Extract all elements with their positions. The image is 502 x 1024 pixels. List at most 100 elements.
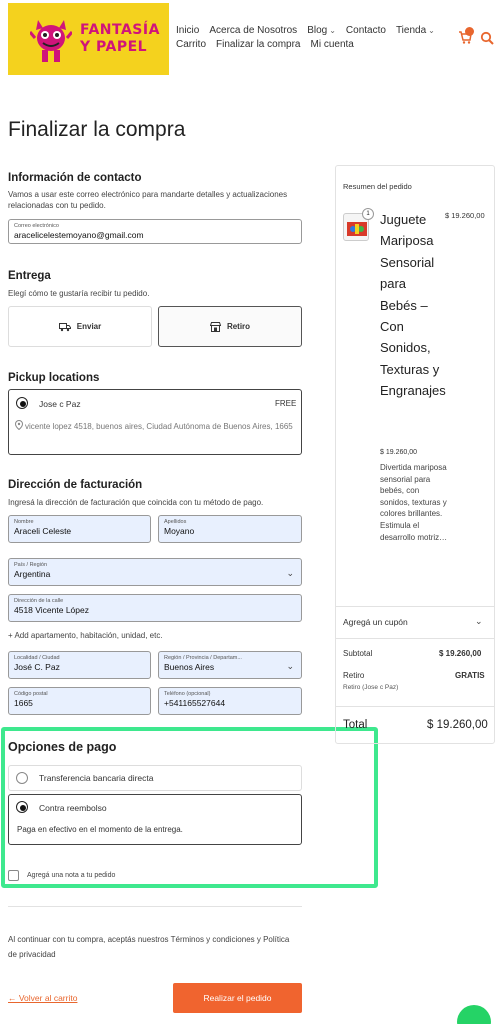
email-value: aracelicelestemoyano@gmail.com — [14, 230, 144, 240]
city-label: Localidad / Ciudad — [14, 655, 60, 661]
main-nav: Inicio Acerca de Nosotros Blog ⌄ Contacto… — [176, 24, 436, 52]
chevron-down-icon: ⌄ — [329, 26, 336, 35]
product-unit-price: $ 19.260,00 — [380, 449, 417, 456]
shipping-method-sub: Retiro (Jose c Paz) — [343, 684, 399, 691]
total-value: $ 19.260,00 — [427, 719, 488, 731]
chevron-down-icon: ⌄ — [428, 26, 435, 35]
nav-contacto[interactable]: Contacto — [346, 24, 386, 38]
chevron-down-icon: ⌄ — [286, 661, 294, 671]
coupon-toggle[interactable]: Agregá un cupón — [343, 617, 408, 627]
nav-finalizar[interactable]: Finalizar la compra — [216, 38, 300, 52]
pickup-price: FREE — [275, 399, 297, 408]
subtotal-label: Subtotal — [343, 649, 373, 658]
payment-option-cod[interactable] — [8, 794, 302, 845]
logo-wordmark: FANTASÍA Y PAPEL — [80, 22, 160, 56]
order-summary-title: Resumen del pedido — [343, 182, 412, 191]
store-icon — [209, 321, 221, 332]
pickup-location-name: Jose c Paz — [39, 399, 81, 409]
postcode-label: Código postal — [14, 691, 48, 697]
divider — [335, 606, 495, 607]
add-apartment-link[interactable]: + Add apartamento, habitación, unidad, e… — [8, 631, 163, 640]
last-name-value: Moyano — [164, 526, 195, 536]
last-name-label: Apellidos — [164, 519, 187, 525]
city-value: José C. Paz — [14, 662, 60, 672]
chevron-down-icon: ⌄ — [286, 568, 294, 578]
page-title: Finalizar la compra — [8, 118, 186, 141]
terms-text: Al continuar con tu compra, aceptás nues… — [8, 935, 290, 959]
search-icon[interactable] — [480, 31, 494, 45]
divider — [8, 906, 302, 907]
shipping-value: GRATIS — [455, 671, 485, 680]
billing-title: Dirección de facturación — [8, 479, 143, 491]
delivery-desc: Elegí cómo te gustaría recibir tu pedido… — [8, 289, 150, 298]
product-qty-badge: 1 — [362, 208, 374, 220]
place-order-button[interactable]: Realizar el pedido — [173, 983, 302, 1013]
nav-inicio[interactable]: Inicio — [176, 24, 199, 38]
email-label: Correo electrónico — [14, 223, 59, 229]
nav-blog-label: Blog — [307, 25, 328, 36]
site-logo[interactable]: FANTASÍA Y PAPEL — [8, 3, 169, 75]
city-field[interactable]: Localidad / Ciudad José C. Paz — [8, 651, 151, 679]
logo-line-1: FANTASÍA — [80, 22, 160, 38]
back-to-cart-link[interactable]: ← Volver al carrito — [8, 993, 77, 1003]
country-value: Argentina — [14, 569, 51, 579]
product-line-total: $ 19.260,00 — [445, 211, 485, 220]
contact-title: Información de contacto — [8, 172, 142, 184]
nav-tienda[interactable]: Tienda ⌄ — [396, 24, 435, 38]
bank-transfer-radio[interactable] — [16, 772, 28, 784]
product-description: Divertida mariposa sensorial para bebés,… — [380, 463, 448, 542]
nav-carrito[interactable]: Carrito — [176, 38, 206, 52]
country-label: País / Región — [14, 562, 48, 568]
payment-title: Opciones de pago — [8, 740, 117, 754]
subtotal-value: $ 19.260,00 — [439, 649, 482, 658]
postcode-value: 1665 — [14, 698, 33, 708]
cart-count-badge — [465, 27, 474, 36]
cod-description: Paga en efectivo en el momento de la ent… — [17, 825, 183, 834]
pickup-option-label: Retiro — [226, 322, 251, 331]
nav-acerca[interactable]: Acerca de Nosotros — [209, 24, 297, 38]
street-value: 4518 Vicente López — [14, 605, 89, 615]
whatsapp-icon[interactable] — [457, 1005, 491, 1024]
nav-tienda-label: Tienda — [395, 25, 427, 36]
total-label: Total — [343, 719, 368, 731]
first-name-value: Araceli Celeste — [14, 526, 72, 536]
chevron-down-icon[interactable]: ⌄ — [475, 616, 483, 627]
product-name: Juguete Mariposa Sensorial para Bebés – … — [380, 212, 446, 399]
cod-label: Contra reembolso — [39, 803, 107, 813]
last-name-field[interactable]: Apellidos Moyano — [158, 515, 302, 543]
street-label: Dirección de la calle — [14, 598, 64, 604]
ship-option-label: Enviar — [76, 322, 102, 331]
nav-mi-cuenta[interactable]: Mi cuenta — [311, 38, 354, 52]
region-select[interactable]: Región / Provincia / Departam... Buenos … — [158, 651, 302, 679]
divider — [335, 706, 495, 707]
phone-label: Teléfono (opcional) — [164, 691, 211, 697]
order-note-label: Agregá una nota a tu pedido — [27, 872, 116, 879]
billing-desc: Ingresá la dirección de facturación que … — [8, 498, 264, 507]
phone-field[interactable]: Teléfono (opcional) +541165527644 — [158, 687, 302, 715]
truck-icon — [58, 322, 71, 331]
email-field[interactable]: Correo electrónico aracelicelestemoyano@… — [8, 219, 302, 244]
pickup-address: vicente lopez 4518, buenos aires, Ciudad… — [25, 422, 293, 431]
pickup-radio[interactable] — [16, 397, 28, 409]
country-select[interactable]: País / Región Argentina ⌄ — [8, 558, 302, 586]
first-name-field[interactable]: Nombre Araceli Celeste — [8, 515, 151, 543]
cod-radio[interactable] — [16, 801, 28, 813]
contact-desc: Vamos a usar este correo electrónico par… — [8, 190, 288, 210]
order-note-checkbox[interactable] — [8, 870, 19, 881]
street-address-field[interactable]: Dirección de la calle 4518 Vicente López — [8, 594, 302, 622]
divider — [335, 638, 495, 639]
postcode-field[interactable]: Código postal 1665 — [8, 687, 151, 715]
shipping-label: Retiro — [343, 671, 365, 680]
bank-transfer-label: Transferencia bancaria directa — [39, 773, 154, 783]
region-value: Buenos Aires — [164, 662, 215, 672]
region-label: Región / Provincia / Departam... — [164, 655, 242, 661]
ship-option-retiro[interactable]: Retiro — [158, 306, 302, 347]
ship-option-enviar[interactable]: Enviar — [8, 306, 152, 347]
logo-line-2: Y PAPEL — [80, 39, 148, 55]
monster-logo-icon — [30, 20, 72, 62]
pickup-title: Pickup locations — [8, 372, 100, 384]
first-name-label: Nombre — [14, 519, 34, 525]
delivery-title: Entrega — [8, 270, 51, 282]
phone-value: +541165527644 — [164, 698, 226, 708]
nav-blog[interactable]: Blog ⌄ — [307, 24, 336, 38]
